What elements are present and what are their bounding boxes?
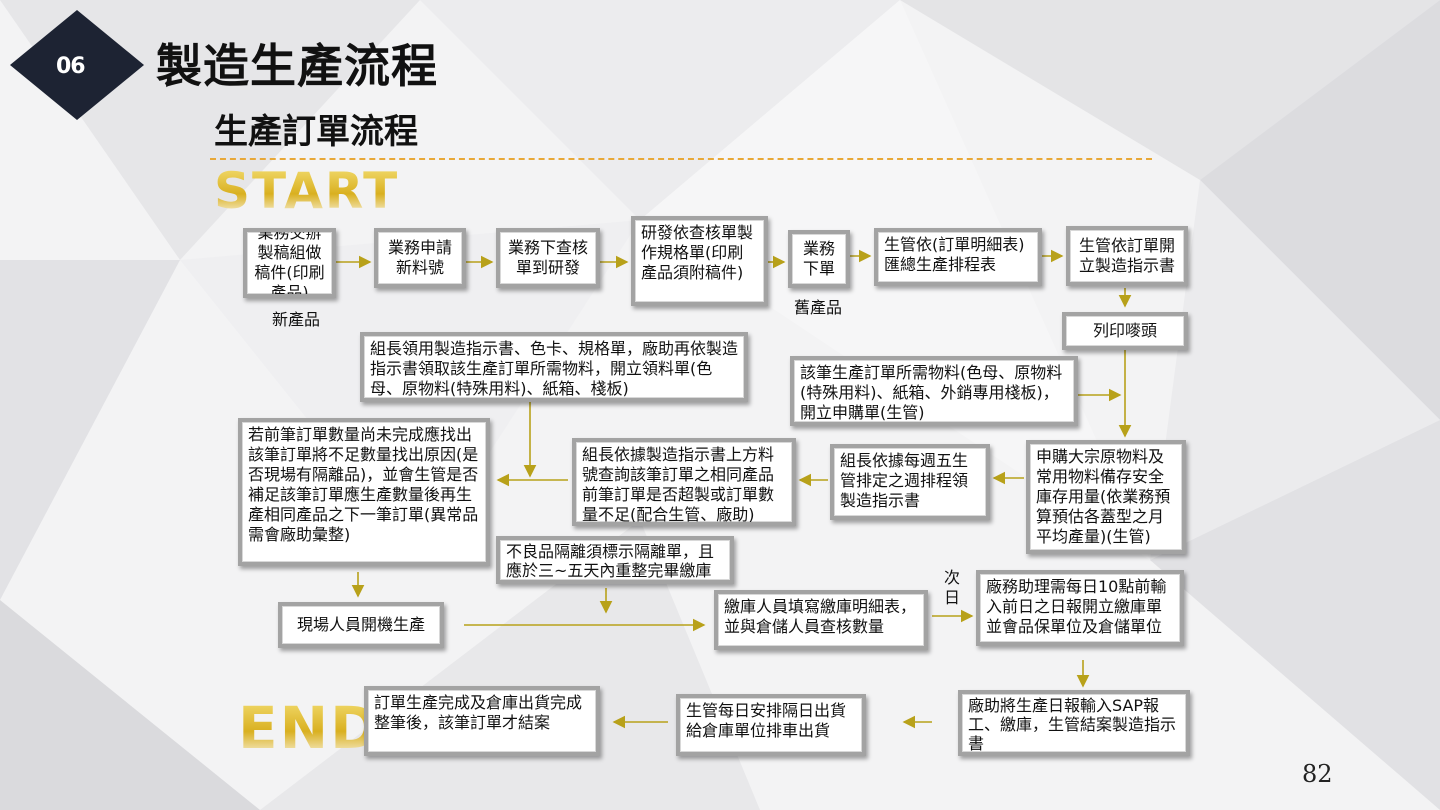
badge-number: 06 <box>56 54 86 79</box>
end-label: END <box>238 694 381 762</box>
flow-box-print-mark: 列印嘜頭 <box>1062 312 1188 350</box>
flow-box-warehouse-entry: 繳庫人員填寫繳庫明細表，並與倉儲人員查核數量 <box>714 590 928 650</box>
flow-box-order-query: 組長依據製造指示書上方料號查詢該筆訂單之相同產品前筆訂單是否超製或訂單數量不足(… <box>572 438 796 526</box>
flow-box-weekly-schedule: 組長依據每週五生管排定之週排程領製造指示書 <box>830 444 990 520</box>
flow-box-shipment-plan: 生管每日安排隔日出貨給倉庫單位排車出貨 <box>676 694 866 756</box>
flow-box-rd-spec: 研發依查核單製作規格單(印刷產品須附稿件) <box>631 216 768 306</box>
page-title: 製造生產流程 <box>156 39 438 93</box>
flow-box-order-close: 訂單生產完成及倉庫出貨完成整筆後，該筆訂單才結案 <box>364 686 600 756</box>
section-badge: 06 <box>10 10 144 120</box>
flow-box-sales-order: 業務下單 <box>788 230 850 288</box>
note-new-product: 新產品 <box>272 310 321 329</box>
flow-box-design-request: 業務交辦製稿組做稿件(印刷產品) <box>243 228 336 298</box>
flow-box-start-production: 現場人員開機生產 <box>278 602 444 648</box>
flow-box-purchase-request: 該筆生產訂單所需物料(色母、原物料(特殊用料)、紙箱、外銷專用棧板)，開立申購單… <box>790 356 1078 426</box>
flow-box-check-order: 業務下查核單到研發 <box>496 228 600 288</box>
note-next-day: 次日 <box>943 568 960 607</box>
flow-box-bulk-purchase: 申購大宗原物料及常用物料備存安全庫存用量(依業務預算預估各蓋型之月平均產量)(生… <box>1026 440 1186 554</box>
note-old-product: 舊產品 <box>794 298 843 317</box>
flow-box-material-pickup: 組長領用製造指示書、色卡、規格單，廠助再依製造指示書領取該生產訂單所需物料，開立… <box>360 332 748 402</box>
flow-box-previous-order-check: 若前筆訂單數量尚未完成應找出該筆訂單將不足數量找出原因(是否現場有隔離品)，並會… <box>238 418 490 566</box>
page-number: 82 <box>1302 760 1333 788</box>
flow-box-schedule-summary: 生管依(訂單明細表)匯總生產排程表 <box>874 228 1042 286</box>
flow-box-work-instruction: 生管依訂單開立製造指示書 <box>1066 226 1188 286</box>
title-divider <box>210 158 1152 160</box>
start-label: START <box>214 162 400 220</box>
flow-box-sap-entry: 廠助將生產日報輸入SAP報工、繳庫，生管結案製造指示書 <box>958 690 1190 756</box>
page-subtitle: 生產訂單流程 <box>214 112 418 152</box>
flow-box-daily-report: 廠務助理需每日10點前輸入前日之日報開立繳庫單並會品保單位及倉儲單位 <box>976 570 1184 646</box>
flow-box-defect-isolation: 不良品隔離須標示隔離單，且應於三~五天內重整完畢繳庫 <box>496 536 734 584</box>
flow-box-new-part-number: 業務申請新料號 <box>374 228 466 288</box>
